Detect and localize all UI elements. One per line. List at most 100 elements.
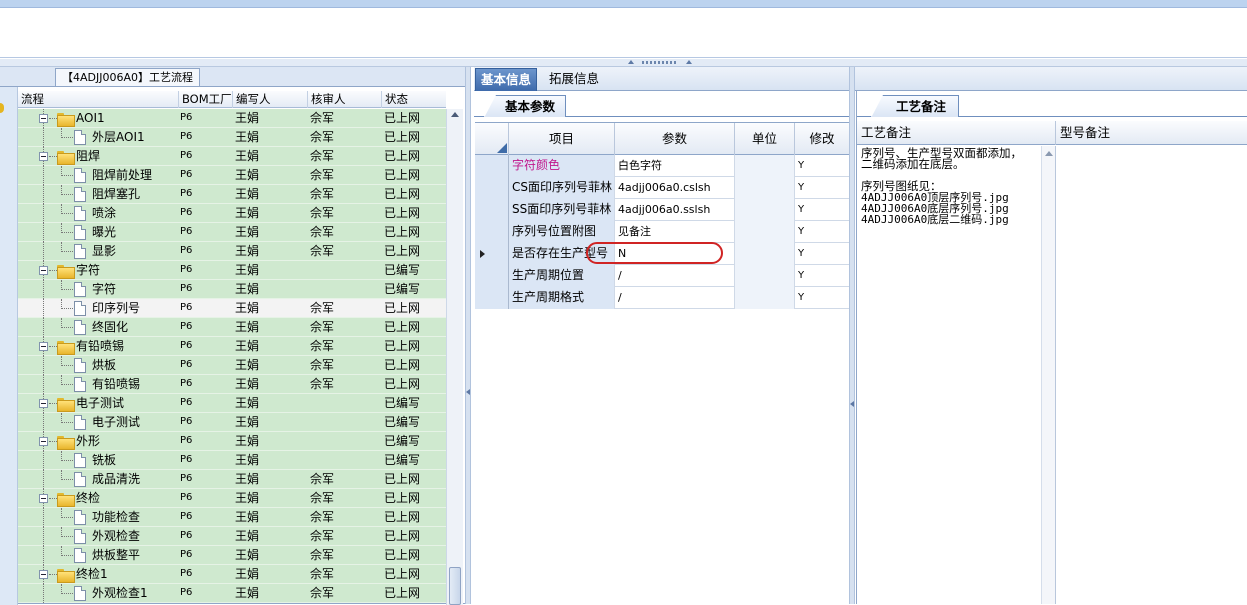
collapse-toggle-icon[interactable] — [39, 570, 48, 579]
tree-row[interactable]: 成品清洗 P6 王娟 佘军 已上网 — [18, 470, 446, 489]
param-value[interactable]: / — [615, 287, 735, 309]
tree-vertical-scrollbar[interactable] — [446, 109, 463, 605]
collapse-toggle-icon[interactable] — [39, 114, 48, 123]
tree-row[interactable]: 阻焊塞孔 P6 王娟 佘军 已上网 — [18, 185, 446, 204]
param-unit[interactable] — [735, 221, 795, 243]
column-header-reviewer[interactable]: 核审人 — [307, 91, 381, 108]
tree-row[interactable]: 功能检查 P6 王娟 佘军 已上网 — [18, 508, 446, 527]
param-value[interactable]: 白色字符 — [615, 155, 735, 177]
vertical-splitter-right[interactable] — [849, 67, 855, 604]
collapse-toggle-icon[interactable] — [39, 342, 48, 351]
cell-reviewer: 佘军 — [310, 244, 335, 258]
param-modify[interactable]: Y — [795, 199, 849, 221]
collapse-toggle-icon[interactable] — [39, 152, 48, 161]
row-indicator[interactable] — [475, 243, 509, 265]
tree-row[interactable]: 铣板 P6 王娟 已编写 — [18, 451, 446, 470]
splitter-up-arrow-icon[interactable] — [686, 60, 692, 64]
process-remark-text[interactable]: 序列号、生产型号双面都添加， 二维码添加在底层。 序列号图纸见： 4ADJJ006A0… — [861, 147, 1041, 225]
splitter-grip-icon[interactable] — [642, 61, 676, 64]
tree-row[interactable]: 终检1 P6 王娟 佘军 已上网 — [18, 565, 446, 584]
cell-status: 已上网 — [384, 320, 421, 334]
param-row[interactable]: 字符颜色 白色字符 Y — [475, 155, 849, 177]
splitter-left-arrow-icon[interactable] — [466, 389, 470, 395]
scroll-up-arrow-icon[interactable] — [451, 112, 459, 117]
grid-header-param[interactable]: 参数 — [615, 123, 735, 155]
tab-extended-info[interactable]: 拓展信息 — [544, 68, 604, 91]
tree-row[interactable]: 印序列号 P6 王娟 佘军 已上网 — [18, 299, 446, 318]
tree-row[interactable]: 外观检查1 P6 王娟 佘军 已上网 — [18, 584, 446, 603]
param-value[interactable]: 4adjj006a0.sslsh — [615, 199, 735, 221]
row-indicator[interactable] — [475, 199, 509, 221]
tree-row[interactable]: 喷涂 P6 王娟 佘军 已上网 — [18, 204, 446, 223]
tab-process-remarks[interactable]: 工艺备注 — [871, 95, 960, 118]
tree-row[interactable]: 有铅喷锡 P6 王娟 佘军 已上网 — [18, 337, 446, 356]
tree-row[interactable]: 外层AOI1 P6 王娟 佘军 已上网 — [18, 128, 446, 147]
param-value[interactable]: 见备注 — [615, 221, 735, 243]
grid-header-modify[interactable]: 修改 — [795, 123, 849, 155]
horizontal-splitter[interactable] — [0, 59, 1247, 67]
tree-row[interactable]: 字符 P6 王娟 已编写 — [18, 280, 446, 299]
splitter-left-arrow-icon[interactable] — [850, 401, 854, 407]
remarks-header-process[interactable]: 工艺备注 — [857, 121, 1055, 145]
row-indicator[interactable] — [475, 221, 509, 243]
tab-basic-params[interactable]: 基本参数 — [484, 95, 567, 118]
tree-row[interactable]: 外观检查 P6 王娟 佘军 已上网 — [18, 527, 446, 546]
scroll-thumb[interactable] — [449, 567, 461, 605]
column-header-flow[interactable]: 流程 — [18, 91, 178, 108]
param-unit[interactable] — [735, 287, 795, 309]
param-modify[interactable]: Y — [795, 177, 849, 199]
param-modify[interactable]: Y — [795, 155, 849, 177]
param-row[interactable]: 序列号位置附图 见备注 Y — [475, 221, 849, 243]
grid-header-item[interactable]: 项目 — [509, 123, 615, 155]
tree-row[interactable]: 显影 P6 王娟 佘军 已上网 — [18, 242, 446, 261]
tree-row[interactable]: 烘板整平 P6 王娟 佘军 已上网 — [18, 546, 446, 565]
tree-row[interactable]: 阻焊前处理 P6 王娟 佘军 已上网 — [18, 166, 446, 185]
param-unit[interactable] — [735, 155, 795, 177]
tree-row[interactable]: 电子测试 P6 王娟 已编写 — [18, 394, 446, 413]
param-row[interactable]: SS面印序列号菲林 4adjj006a0.sslsh Y — [475, 199, 849, 221]
row-indicator[interactable] — [475, 265, 509, 287]
tree-row[interactable]: 电子测试 P6 王娟 已编写 — [18, 413, 446, 432]
column-header-bom[interactable]: BOM工厂 — [178, 91, 232, 108]
param-modify[interactable]: Y — [795, 221, 849, 243]
collapse-toggle-icon[interactable] — [39, 266, 48, 275]
row-indicator[interactable] — [475, 287, 509, 309]
param-row[interactable]: 生产周期位置 / Y — [475, 265, 849, 287]
row-indicator[interactable] — [475, 177, 509, 199]
param-row[interactable]: CS面印序列号菲林 4adjj006a0.cslsh Y — [475, 177, 849, 199]
grid-header-unit[interactable]: 单位 — [735, 123, 795, 155]
tab-basic-info[interactable]: 基本信息 — [475, 68, 538, 91]
tree-row[interactable]: 终检 P6 王娟 佘军 已上网 — [18, 489, 446, 508]
collapse-toggle-icon[interactable] — [39, 399, 48, 408]
remark-scrollbar[interactable] — [1041, 146, 1055, 604]
scroll-up-arrow-icon[interactable] — [1045, 151, 1053, 156]
vertical-splitter-left[interactable] — [465, 67, 471, 604]
tree-row[interactable]: 终固化 P6 王娟 佘军 已上网 — [18, 318, 446, 337]
tree-row[interactable]: AOI1 P6 王娟 佘军 已上网 — [18, 109, 446, 128]
tree-row[interactable]: 字符 P6 王娟 已编写 — [18, 261, 446, 280]
param-value[interactable]: 4adjj006a0.cslsh — [615, 177, 735, 199]
collapse-toggle-icon[interactable] — [39, 494, 48, 503]
tree-row[interactable]: 有铅喷锡 P6 王娟 佘军 已上网 — [18, 375, 446, 394]
tree-row[interactable]: 烘板 P6 王娟 佘军 已上网 — [18, 356, 446, 375]
model-remark-area[interactable] — [1055, 146, 1247, 604]
param-unit[interactable] — [735, 243, 795, 265]
param-unit[interactable] — [735, 265, 795, 287]
tree-row[interactable]: 曝光 P6 王娟 佘军 已上网 — [18, 223, 446, 242]
column-header-status[interactable]: 状态 — [381, 91, 446, 108]
collapse-toggle-icon[interactable] — [39, 437, 48, 446]
param-modify[interactable]: Y — [795, 265, 849, 287]
param-modify[interactable]: Y — [795, 287, 849, 309]
tree-row[interactable]: 阻焊 P6 王娟 佘军 已上网 — [18, 147, 446, 166]
remarks-header-model[interactable]: 型号备注 — [1055, 121, 1247, 145]
row-indicator[interactable] — [475, 155, 509, 177]
param-unit[interactable] — [735, 199, 795, 221]
param-value[interactable]: / — [615, 265, 735, 287]
param-row[interactable]: 生产周期格式 / Y — [475, 287, 849, 309]
param-modify[interactable]: Y — [795, 243, 849, 265]
tree-row[interactable]: 外形 P6 王娟 已编写 — [18, 432, 446, 451]
splitter-up-arrow-icon[interactable] — [628, 60, 634, 64]
column-header-writer[interactable]: 编写人 — [232, 91, 307, 108]
grid-corner[interactable] — [475, 123, 509, 155]
param-unit[interactable] — [735, 177, 795, 199]
